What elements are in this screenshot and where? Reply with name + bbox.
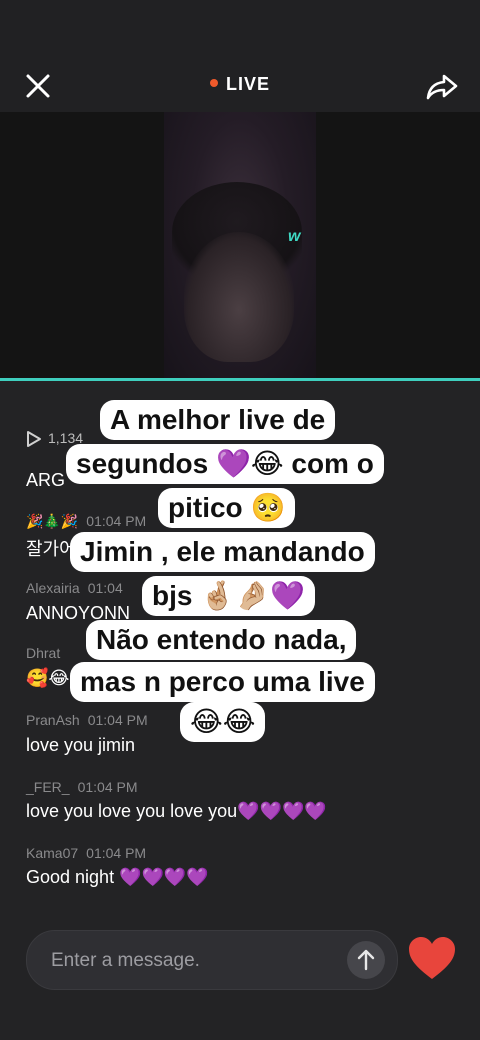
caption-line: 😂😂 bbox=[180, 702, 266, 742]
chat-message-user: Kama07 01:04 PM bbox=[26, 845, 146, 861]
send-button[interactable] bbox=[347, 941, 385, 979]
message-composer bbox=[26, 930, 398, 990]
caption-line: segundos 💜😂 com o bbox=[66, 444, 384, 484]
chat-message-text: love you love you love you💜💜💜💜 bbox=[26, 801, 327, 821]
chat-message-user: 🎉🎄🎉 01:04 PM bbox=[26, 513, 146, 530]
chat-message-user: Alexairia 01:04 bbox=[26, 580, 123, 596]
top-bar: LIVE bbox=[0, 0, 480, 112]
caption-line: Jimin , ele mandando bbox=[70, 532, 375, 572]
caption-line: A melhor live de bbox=[100, 400, 336, 440]
chat-username: _FER_ bbox=[26, 779, 70, 795]
chat-username: Kama07 bbox=[26, 845, 79, 861]
chat-username: Alexairia bbox=[26, 580, 80, 596]
heart-icon bbox=[409, 937, 455, 979]
chat-time: 01:04 PM bbox=[87, 712, 148, 728]
chat-time: 01:04 PM bbox=[77, 779, 138, 795]
live-dot bbox=[209, 79, 218, 88]
chat-message-text: love you jimin bbox=[26, 735, 136, 755]
chat-time: 01:04 PM bbox=[86, 845, 147, 861]
live-label: LIVE bbox=[225, 74, 270, 94]
chat-message-text: Good night 💜💜💜💜 bbox=[26, 867, 209, 887]
message-input[interactable] bbox=[49, 945, 333, 977]
chat-message-user: Dhrat bbox=[26, 645, 68, 661]
chat-message-text: 🥰😂 bbox=[26, 668, 70, 688]
arrow-up-icon bbox=[357, 949, 375, 971]
chat-message-user: _FER_ 01:04 PM bbox=[26, 779, 138, 795]
caption-line: Não entendo nada, bbox=[86, 620, 357, 660]
play-icon bbox=[27, 431, 41, 448]
chat-username: Dhrat bbox=[26, 645, 61, 661]
caption-line: mas n perco uma live bbox=[70, 662, 375, 702]
person-face bbox=[184, 232, 294, 362]
chat-time: 01:04 bbox=[87, 580, 123, 596]
chat-message-text: 잘가어 bbox=[26, 539, 76, 559]
share-button[interactable] bbox=[424, 68, 460, 104]
chat-time: 01:04 PM bbox=[86, 513, 147, 529]
chat-message-text: ARG bbox=[26, 470, 66, 490]
weverse-logo: w bbox=[288, 228, 301, 245]
caption-line: bjs 🤞🏼🤌🏼💜 bbox=[142, 576, 315, 616]
chat-message-user: PranAsh 01:04 PM bbox=[26, 712, 148, 728]
progress-bar bbox=[0, 378, 480, 381]
chat-username: 🎉🎄🎉 bbox=[26, 513, 79, 529]
live-indicator: LIVE bbox=[0, 74, 480, 95]
live-video[interactable]: w bbox=[0, 112, 480, 378]
caption-line: pitico 🥺 bbox=[158, 488, 296, 528]
chat-username: PranAsh bbox=[26, 712, 80, 728]
share-icon bbox=[426, 74, 458, 100]
like-button[interactable] bbox=[406, 934, 458, 982]
